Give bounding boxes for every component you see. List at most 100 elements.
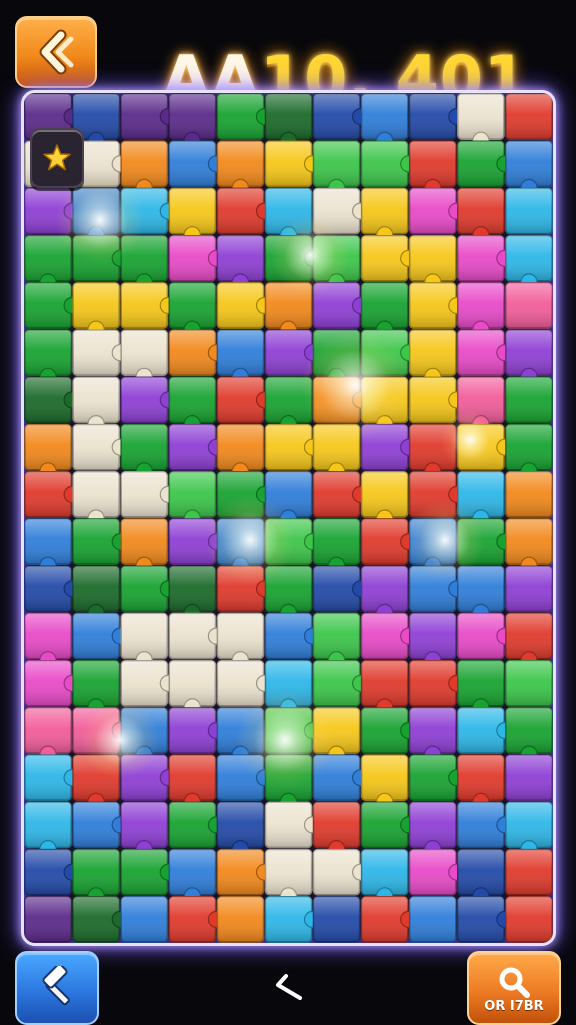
puzzle-piece[interactable] — [457, 801, 514, 849]
puzzle-piece[interactable] — [72, 187, 120, 244]
puzzle-piece[interactable] — [24, 234, 72, 291]
puzzle-piece[interactable] — [72, 707, 129, 754]
puzzle-piece[interactable] — [360, 565, 409, 622]
puzzle-piece[interactable] — [360, 707, 418, 754]
puzzle-piece[interactable] — [264, 471, 313, 527]
puzzle-piece[interactable] — [408, 754, 466, 802]
puzzle-piece[interactable] — [505, 282, 553, 329]
puzzle-piece[interactable] — [505, 801, 553, 858]
puzzle-piece[interactable] — [505, 329, 553, 385]
puzzle-piece[interactable] — [216, 659, 274, 707]
hint-button[interactable]: OR I7BR — [467, 951, 561, 1025]
puzzle-piece[interactable] — [408, 518, 457, 574]
puzzle-piece[interactable] — [360, 612, 418, 660]
puzzle-piece[interactable] — [24, 896, 72, 943]
puzzle-piece[interactable] — [457, 612, 514, 660]
puzzle-piece[interactable] — [360, 376, 409, 433]
puzzle-piece[interactable] — [360, 234, 418, 282]
puzzle-piece[interactable] — [264, 707, 322, 754]
puzzle-piece[interactable] — [457, 376, 505, 433]
puzzle-piece[interactable] — [312, 754, 370, 802]
puzzle-piece[interactable] — [216, 93, 274, 140]
puzzle-piece[interactable] — [408, 659, 466, 707]
puzzle-piece[interactable] — [505, 896, 553, 943]
puzzle-piece[interactable] — [216, 423, 265, 480]
puzzle-piece[interactable] — [168, 754, 217, 810]
puzzle-piece[interactable] — [72, 376, 120, 433]
puzzle-piece[interactable] — [264, 282, 313, 338]
puzzle-piece[interactable] — [312, 329, 361, 385]
puzzle-piece[interactable] — [24, 471, 81, 518]
puzzle-piece[interactable] — [312, 896, 361, 943]
puzzle-piece[interactable] — [408, 140, 457, 197]
puzzle-piece[interactable] — [72, 848, 120, 905]
puzzle-piece[interactable] — [216, 518, 265, 574]
puzzle-piece[interactable] — [505, 659, 553, 707]
puzzle-piece[interactable] — [457, 140, 514, 188]
puzzle-piece[interactable] — [264, 565, 313, 622]
puzzle-piece[interactable] — [120, 612, 169, 669]
puzzle-piece[interactable] — [216, 471, 274, 518]
puzzle-piece[interactable] — [120, 423, 169, 480]
puzzle-piece[interactable] — [264, 896, 322, 943]
puzzle-piece[interactable] — [360, 518, 418, 565]
puzzle-piece[interactable] — [168, 518, 225, 565]
puzzle-piece[interactable] — [120, 93, 177, 140]
puzzle-piece[interactable] — [312, 801, 361, 858]
puzzle-piece[interactable] — [120, 565, 177, 613]
puzzle-piece[interactable] — [312, 376, 370, 424]
puzzle-piece[interactable] — [120, 329, 169, 385]
puzzle-piece[interactable] — [360, 187, 409, 244]
puzzle-piece[interactable] — [408, 801, 457, 858]
puzzle-piece[interactable] — [457, 848, 505, 905]
puzzle-piece[interactable] — [72, 801, 129, 849]
puzzle-piece[interactable] — [264, 423, 322, 471]
puzzle-piece[interactable] — [360, 801, 418, 849]
puzzle-piece[interactable] — [505, 93, 553, 140]
puzzle-piece[interactable] — [505, 518, 553, 574]
puzzle-piece[interactable] — [408, 565, 466, 613]
puzzle-piece[interactable] — [72, 612, 129, 660]
puzzle-piece[interactable] — [264, 234, 322, 282]
puzzle-piece[interactable] — [505, 848, 553, 896]
puzzle-piece[interactable] — [408, 282, 466, 329]
puzzle-piece[interactable] — [24, 848, 81, 896]
puzzle-piece[interactable] — [312, 471, 370, 518]
puzzle-piece[interactable] — [120, 234, 169, 291]
puzzle-piece[interactable] — [505, 612, 553, 669]
puzzle-piece[interactable] — [168, 423, 225, 471]
puzzle-piece[interactable] — [168, 896, 225, 943]
puzzle-piece[interactable] — [168, 707, 225, 754]
puzzle-piece[interactable] — [457, 93, 505, 149]
puzzle-piece[interactable] — [120, 801, 169, 858]
arrow-left-icon[interactable] — [270, 968, 306, 1004]
puzzle-piece[interactable] — [360, 329, 418, 377]
puzzle-piece[interactable] — [360, 659, 409, 716]
puzzle-piece[interactable] — [312, 518, 361, 574]
puzzle-piece[interactable] — [168, 329, 225, 377]
puzzle-piece[interactable] — [168, 282, 217, 338]
puzzle-piece[interactable] — [360, 754, 409, 810]
puzzle-piece[interactable] — [457, 282, 505, 338]
puzzle-piece[interactable] — [216, 565, 274, 613]
puzzle-piece[interactable] — [72, 896, 129, 943]
puzzle-piece[interactable] — [216, 754, 274, 802]
puzzle-piece[interactable] — [312, 659, 370, 707]
puzzle-piece[interactable] — [312, 565, 370, 613]
puzzle-piece[interactable] — [120, 140, 169, 197]
puzzle-piece[interactable] — [24, 612, 72, 669]
puzzle-piece[interactable] — [264, 187, 313, 244]
puzzle-piece[interactable] — [360, 93, 409, 149]
puzzle-piece[interactable] — [457, 565, 505, 622]
puzzle-piece[interactable] — [360, 471, 409, 527]
puzzle-piece[interactable] — [408, 707, 457, 763]
puzzle-piece[interactable] — [216, 612, 265, 669]
puzzle-piece[interactable] — [312, 423, 361, 480]
puzzle-piece[interactable] — [408, 896, 457, 943]
puzzle-piece[interactable] — [168, 659, 217, 716]
puzzle-piece[interactable] — [505, 707, 553, 763]
puzzle-piece[interactable] — [457, 423, 514, 471]
puzzle-piece[interactable] — [120, 376, 177, 424]
puzzle-piece[interactable] — [120, 518, 169, 574]
puzzle-piece[interactable] — [264, 93, 313, 149]
